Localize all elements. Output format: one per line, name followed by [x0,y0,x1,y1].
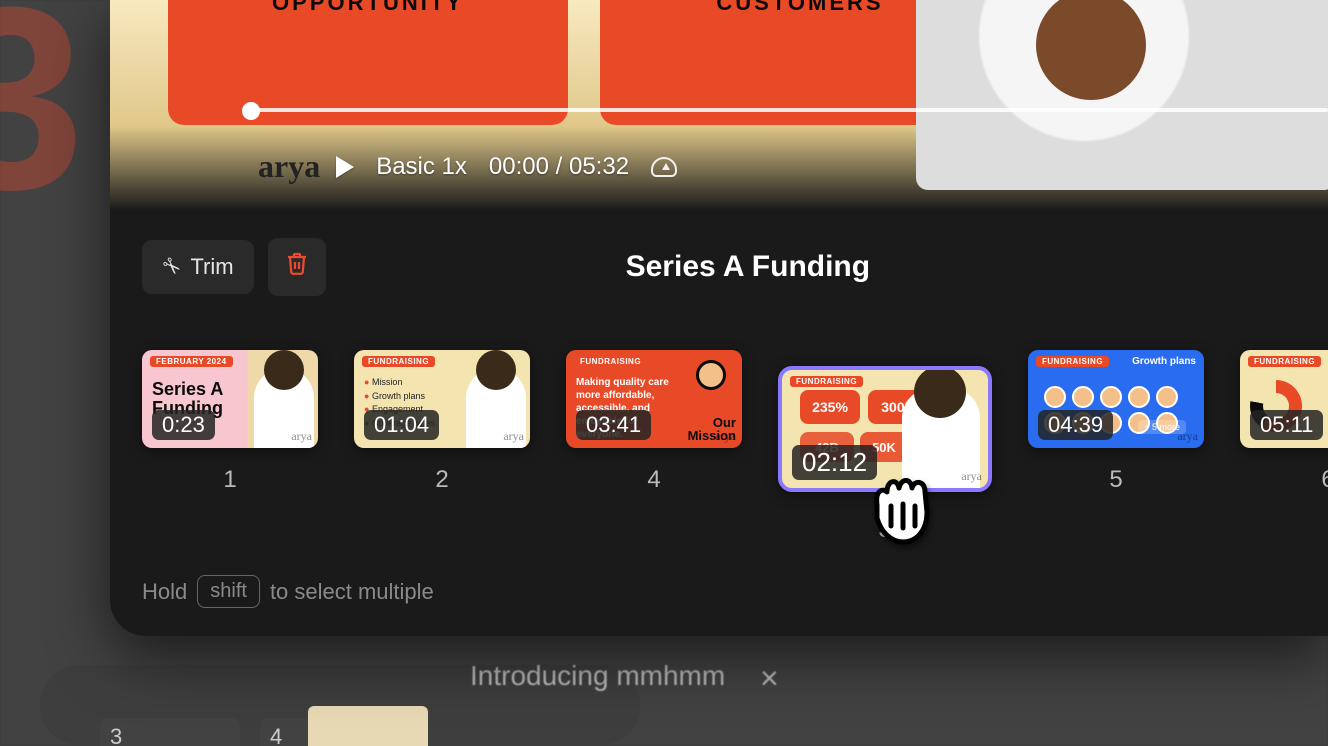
thumb-tag: FUNDRAISING [574,356,647,367]
background-thumb [308,706,428,746]
playback-progress[interactable] [250,108,1328,112]
brand-logo: arya [258,148,320,185]
time-badge: 04:39 [1038,410,1113,440]
thumb-logo: arya [1177,429,1198,444]
time-badge: 01:04 [364,410,439,440]
project-title: Series A Funding [626,250,870,284]
thumb-tag: FUNDRAISING [1248,356,1321,367]
background-tab-label: Introducing mmhmm [470,660,725,692]
thumb-index: 3 [878,516,891,544]
thumb-index: 5 [1109,466,1122,494]
toolbar: ✂ Trim Series A Funding [142,238,1328,296]
thumb-index: 6 [1321,466,1328,494]
thumb-column: FUNDRAISINGMissionGrowth plansEngagement… [354,350,530,494]
preview-card-label: CUSTOMERS [716,0,883,16]
slide-thumbnail[interactable]: FUNDRAISINGGrowth plans+ 5 more04:39arya [1028,350,1204,448]
multiselect-hint: Hold shift to select multiple [142,545,1328,608]
thumb-index: 1 [223,466,236,494]
editor-body: ✂ Trim Series A Funding FEBRUARY 2024 Ser… [110,210,1328,636]
slide-thumbnail[interactable]: FUNDRAISINGCoverage05:11arya [1240,350,1328,448]
thumb-logo: arya [715,429,736,444]
upload-icon[interactable] [651,157,677,177]
thumb-column: FEBRUARY 2024Series A Funding0:23arya1 [142,350,318,494]
slide-thumbnails: FEBRUARY 2024Series A Funding0:23arya1FU… [142,350,1328,544]
thumb-column: FUNDRAISINGGrowth plans+ 5 more04:39arya… [1028,350,1204,494]
thumb-header: Growth plans [1132,356,1196,367]
playhead[interactable] [242,102,260,120]
trim-button[interactable]: ✂ Trim [142,240,254,294]
video-preview: OPPORTUNITY CUSTOMERS arya Basic 1x 00:0… [110,0,1328,210]
thumb-tag: FUNDRAISING [790,376,863,387]
thumb-tag: FEBRUARY 2024 [150,356,233,367]
thumb-column: FUNDRAISINGCoverage05:11arya 6 [1240,350,1328,494]
thumb-avatar [696,360,726,390]
slide-thumbnail[interactable]: FUNDRAISINGMissionGrowth plansEngagement… [354,350,530,448]
thumb-stat: 235% [800,390,860,424]
timecode: 00:00 / 05:32 [489,153,629,181]
scissors-icon: ✂ [156,251,187,282]
player-controls: arya Basic 1x 00:00 / 05:32 [258,148,677,185]
preview-card-label: OPPORTUNITY [272,0,464,16]
time-badge: 05:11 [1250,410,1323,440]
shift-key: shift [197,575,260,608]
speed-selector[interactable]: Basic 1x [376,153,467,181]
background-close-icon: × [760,660,779,697]
thumb-logo: arya [961,469,982,484]
preview-card-opportunity: OPPORTUNITY [168,0,568,125]
thumb-logo: arya [503,429,524,444]
slide-thumbnail[interactable]: FUNDRAISINGMaking quality care more affo… [566,350,742,448]
hint-prefix: Hold [142,579,187,605]
time-badge: 03:41 [576,410,651,440]
slide-thumbnail[interactable]: FEBRUARY 2024Series A Funding0:23arya [142,350,318,448]
editor-panel: OPPORTUNITY CUSTOMERS arya Basic 1x 00:0… [110,0,1328,636]
trim-label: Trim [190,254,233,280]
time-badge: 0:23 [152,410,215,440]
thumb-column: FUNDRAISINGMaking quality care more affo… [566,350,742,494]
play-button[interactable] [336,156,354,178]
thumb-logo: arya [291,429,312,444]
trash-icon [286,252,308,282]
time-badge: 02:12 [792,445,877,480]
thumb-column: FUNDRAISING235%300K42B50K02:12arya3 [778,350,992,544]
background-chip-3: 3 [100,718,240,746]
thumb-tag: FUNDRAISING [1036,356,1109,367]
thumb-index: 4 [647,466,660,494]
background-number: 3 [0,0,85,249]
presenter-video [916,0,1328,190]
thumb-index: 2 [435,466,448,494]
delete-button[interactable] [268,238,326,296]
thumb-tag: FUNDRAISING [362,356,435,367]
thumb-avatars [1044,386,1178,408]
hint-suffix: to select multiple [270,579,434,605]
slide-thumbnail[interactable]: FUNDRAISING235%300K42B50K02:12arya [778,366,992,492]
